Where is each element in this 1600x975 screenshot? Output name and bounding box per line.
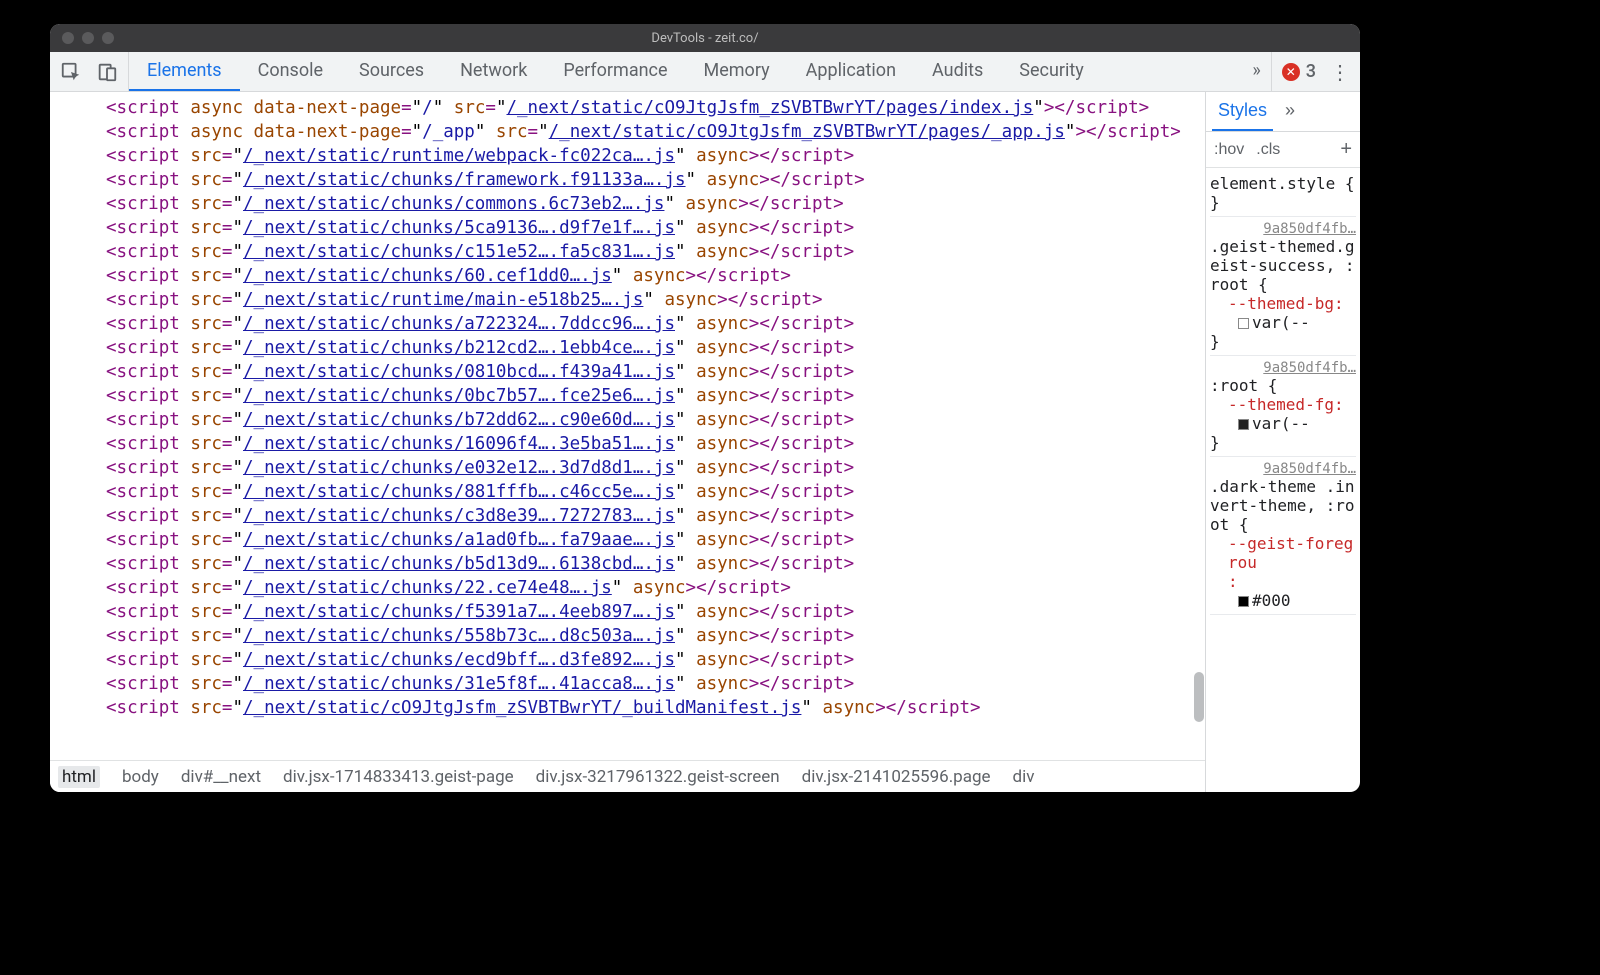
dom-node[interactable]: <script src="/_next/static/chunks/22.ce7…	[106, 576, 1205, 600]
dom-scrollbar[interactable]	[1193, 92, 1205, 760]
titlebar: DevTools - zeit.co/	[50, 24, 1360, 52]
dom-node[interactable]: <script src="/_next/static/runtime/main-…	[106, 288, 1205, 312]
dom-tree[interactable]: <script async data-next-page="/" src="/_…	[50, 92, 1205, 760]
dom-node[interactable]: <script async data-next-page="/" src="/_…	[106, 96, 1205, 120]
window-title: DevTools - zeit.co/	[50, 31, 1360, 46]
settings-menu-button[interactable]: ⋮	[1330, 60, 1350, 84]
styles-tabs-overflow[interactable]: »	[1279, 92, 1301, 131]
dom-node[interactable]: <script async data-next-page="/_app" src…	[106, 120, 1205, 144]
breadcrumb-item[interactable]: div#__next	[181, 767, 261, 787]
dom-node[interactable]: <script src="/_next/static/runtime/webpa…	[106, 144, 1205, 168]
tab-console[interactable]: Console	[240, 52, 341, 91]
main-toolbar: ElementsConsoleSourcesNetworkPerformance…	[50, 52, 1360, 92]
dom-node[interactable]: <script src="/_next/static/chunks/a1ad0f…	[106, 528, 1205, 552]
style-rule[interactable]: element.style {}	[1210, 170, 1356, 217]
tab-memory[interactable]: Memory	[686, 52, 788, 91]
dom-node[interactable]: <script src="/_next/static/chunks/b5d13d…	[106, 552, 1205, 576]
dom-node[interactable]: <script src="/_next/static/chunks/0810bc…	[106, 360, 1205, 384]
breadcrumb-item[interactable]: div.jsx-2141025596.page	[802, 767, 991, 787]
dom-node[interactable]: <script src="/_next/static/chunks/a72232…	[106, 312, 1205, 336]
style-rule[interactable]: 9a850df4fb….geist-themed.geist-success, …	[1210, 217, 1356, 356]
style-rule[interactable]: 9a850df4fb….dark-theme .invert-theme, :r…	[1210, 457, 1356, 615]
inspect-element-icon[interactable]	[60, 61, 82, 83]
toggle-class-button[interactable]: .cls	[1252, 139, 1284, 161]
dom-node[interactable]: <script src="/_next/static/chunks/e032e1…	[106, 456, 1205, 480]
dom-node[interactable]: <script src="/_next/static/chunks/f5391a…	[106, 600, 1205, 624]
tab-elements[interactable]: Elements	[129, 52, 240, 91]
tab-application[interactable]: Application	[788, 52, 914, 91]
dom-node[interactable]: <script src="/_next/static/chunks/b212cd…	[106, 336, 1205, 360]
error-count-badge[interactable]: ✕ 3	[1282, 61, 1316, 82]
tabs-overflow-button[interactable]: »	[1242, 52, 1270, 91]
style-rule[interactable]: 9a850df4fb…:root {--themed-fg:var(--}	[1210, 356, 1356, 457]
styles-pane: Styles » :hov .cls + element.style {}9a8…	[1205, 92, 1360, 792]
dom-node[interactable]: <script src="/_next/static/chunks/c151e5…	[106, 240, 1205, 264]
breadcrumb-item[interactable]: div.jsx-3217961322.geist-screen	[536, 767, 780, 787]
dom-node[interactable]: <script src="/_next/static/chunks/b72dd6…	[106, 408, 1205, 432]
new-style-rule-button[interactable]: +	[1336, 136, 1356, 163]
tab-network[interactable]: Network	[442, 52, 545, 91]
error-count: 3	[1306, 61, 1316, 82]
dom-node[interactable]: <script src="/_next/static/chunks/16096f…	[106, 432, 1205, 456]
toggle-hover-button[interactable]: :hov	[1210, 139, 1248, 161]
breadcrumb-item[interactable]: body	[122, 767, 159, 787]
dom-node[interactable]: <script src="/_next/static/chunks/31e5f8…	[106, 672, 1205, 696]
tab-audits[interactable]: Audits	[914, 52, 1001, 91]
tab-security[interactable]: Security	[1001, 52, 1101, 91]
dom-node[interactable]: <script src="/_next/static/chunks/ecd9bf…	[106, 648, 1205, 672]
dom-node[interactable]: <script src="/_next/static/cO9JtgJsfm_zS…	[106, 696, 1205, 720]
tab-sources[interactable]: Sources	[341, 52, 442, 91]
dom-node[interactable]: <script src="/_next/static/chunks/0bc7b5…	[106, 384, 1205, 408]
breadcrumb-trail: html body div#__next div.jsx-1714833413.gei…	[50, 760, 1205, 792]
styles-tab[interactable]: Styles	[1212, 92, 1273, 131]
dom-node[interactable]: <script src="/_next/static/chunks/c3d8e3…	[106, 504, 1205, 528]
devtools-window: DevTools - zeit.co/ ElementsConsoleSourc…	[50, 24, 1360, 792]
dom-node[interactable]: <script src="/_next/static/chunks/60.cef…	[106, 264, 1205, 288]
dom-node[interactable]: <script src="/_next/static/chunks/881fff…	[106, 480, 1205, 504]
breadcrumb-item[interactable]: html	[58, 766, 100, 788]
breadcrumb-item[interactable]: div	[1013, 767, 1035, 787]
dom-node[interactable]: <script src="/_next/static/chunks/5ca913…	[106, 216, 1205, 240]
error-icon: ✕	[1282, 63, 1300, 81]
breadcrumb-item[interactable]: div.jsx-1714833413.geist-page	[283, 767, 514, 787]
dom-node[interactable]: <script src="/_next/static/chunks/common…	[106, 192, 1205, 216]
device-toolbar-icon[interactable]	[96, 61, 118, 83]
dom-node[interactable]: <script src="/_next/static/chunks/framew…	[106, 168, 1205, 192]
dom-node[interactable]: <script src="/_next/static/chunks/558b73…	[106, 624, 1205, 648]
tab-performance[interactable]: Performance	[545, 52, 685, 91]
